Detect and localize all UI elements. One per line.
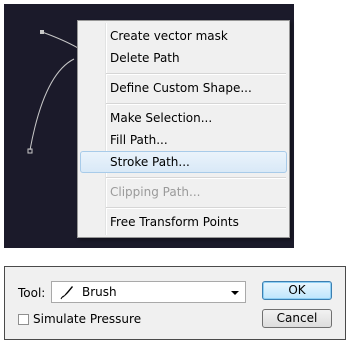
path-context-menu: Create vector mask Delete Path Define Cu…: [77, 20, 290, 238]
menu-item-delete-path[interactable]: Delete Path: [80, 47, 287, 69]
menu-item-free-transform-points[interactable]: Free Transform Points: [80, 211, 287, 233]
tool-label: Tool:: [18, 286, 46, 300]
menu-separator: [106, 73, 286, 75]
menu-item-make-selection[interactable]: Make Selection...: [80, 107, 287, 129]
menu-separator: [106, 103, 286, 105]
menu-item-define-custom-shape[interactable]: Define Custom Shape...: [80, 77, 287, 99]
cancel-button[interactable]: Cancel: [262, 309, 332, 328]
menu-item-stroke-path[interactable]: Stroke Path...: [80, 151, 287, 173]
menu-item-clipping-path: Clipping Path...: [110, 185, 201, 199]
simulate-pressure-label[interactable]: Simulate Pressure: [33, 312, 141, 326]
simulate-pressure-checkbox[interactable]: [18, 314, 29, 325]
menu-item-create-vector-mask[interactable]: Create vector mask: [80, 25, 287, 47]
menu-item-fill-path[interactable]: Fill Path...: [80, 129, 287, 151]
tool-select[interactable]: Brush: [51, 281, 246, 303]
menu-separator: [106, 177, 286, 179]
chevron-down-icon[interactable]: [231, 291, 239, 295]
brush-icon: [59, 284, 75, 303]
tool-select-value: Brush: [82, 285, 117, 299]
anchor-point[interactable]: [40, 30, 44, 34]
stroke-path-dialog: Tool: Brush OK Simulate Pressure Cancel: [4, 266, 346, 340]
ok-button[interactable]: OK: [262, 281, 332, 300]
menu-separator: [106, 207, 286, 209]
